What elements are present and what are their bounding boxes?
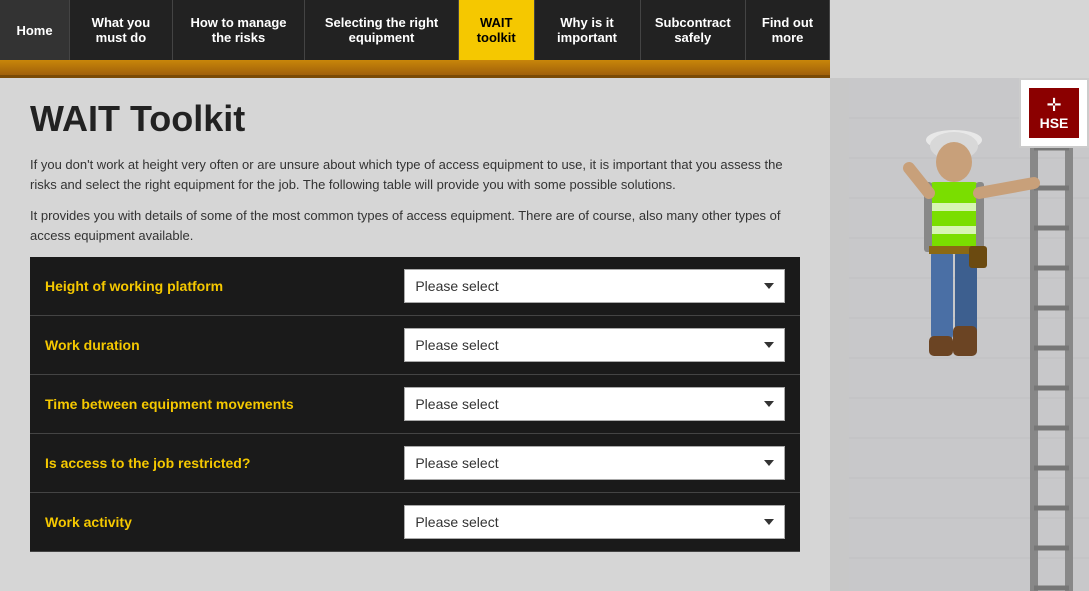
toolkit-row-0: Height of working platform Please select xyxy=(30,257,800,316)
toolkit-select-cell-1: Please select xyxy=(389,316,800,375)
nav-item-0[interactable]: Home xyxy=(0,0,70,60)
nav-item-2[interactable]: How to manage the risks xyxy=(173,0,305,60)
nav-bar: HomeWhat you must doHow to manage the ri… xyxy=(0,0,1089,60)
toolkit-label-1: Work duration xyxy=(30,316,389,375)
toolkit-label-3: Is access to the job restricted? xyxy=(30,434,389,493)
nav-item-3[interactable]: Selecting the right equipment xyxy=(305,0,459,60)
toolkit-select-2[interactable]: Please select xyxy=(404,387,785,421)
nav-item-1[interactable]: What you must do xyxy=(70,0,173,60)
toolkit-label-4: Work activity xyxy=(30,493,389,552)
content-area: WAIT Toolkit If you don't work at height… xyxy=(0,78,830,591)
toolkit-label-0: Height of working platform xyxy=(30,257,389,316)
toolkit-select-cell-2: Please select xyxy=(389,375,800,434)
hse-logo: ✛ HSE xyxy=(1019,78,1089,148)
worker-ladder-image xyxy=(849,78,1089,591)
main-layout: WAIT Toolkit If you don't work at height… xyxy=(0,78,1089,591)
toolkit-select-cell-0: Please select xyxy=(389,257,800,316)
toolkit-select-3[interactable]: Please select xyxy=(404,446,785,480)
toolkit-select-cell-3: Please select xyxy=(389,434,800,493)
toolkit-label-2: Time between equipment movements xyxy=(30,375,389,434)
toolkit-row-3: Is access to the job restricted? Please s… xyxy=(30,434,800,493)
nav-item-5[interactable]: Why is it important xyxy=(535,0,641,60)
toolkit-table: Height of working platformPlease selectW… xyxy=(30,257,800,552)
image-area: ✛ HSE xyxy=(830,78,1089,591)
shelf xyxy=(0,60,830,78)
description-1: If you don't work at height very often o… xyxy=(30,155,800,194)
toolkit-row-2: Time between equipment movements Please s… xyxy=(30,375,800,434)
hse-logo-inner: ✛ HSE xyxy=(1029,88,1079,138)
nav-item-7[interactable]: Find out more xyxy=(746,0,830,60)
nav-item-4[interactable]: WAIT toolkit xyxy=(459,0,535,60)
hse-logo-text: HSE xyxy=(1040,116,1069,130)
toolkit-row-1: Work duration Please select xyxy=(30,316,800,375)
toolkit-select-cell-4: Please select xyxy=(389,493,800,552)
toolkit-select-4[interactable]: Please select xyxy=(404,505,785,539)
toolkit-select-0[interactable]: Please select xyxy=(404,269,785,303)
toolkit-row-4: Work activity Please select xyxy=(30,493,800,552)
description-2: It provides you with details of some of … xyxy=(30,206,800,245)
nav-item-6[interactable]: Subcontract safely xyxy=(641,0,747,60)
page-title: WAIT Toolkit xyxy=(30,98,800,140)
hse-logo-cross: ✛ xyxy=(1046,96,1061,114)
toolkit-select-1[interactable]: Please select xyxy=(404,328,785,362)
